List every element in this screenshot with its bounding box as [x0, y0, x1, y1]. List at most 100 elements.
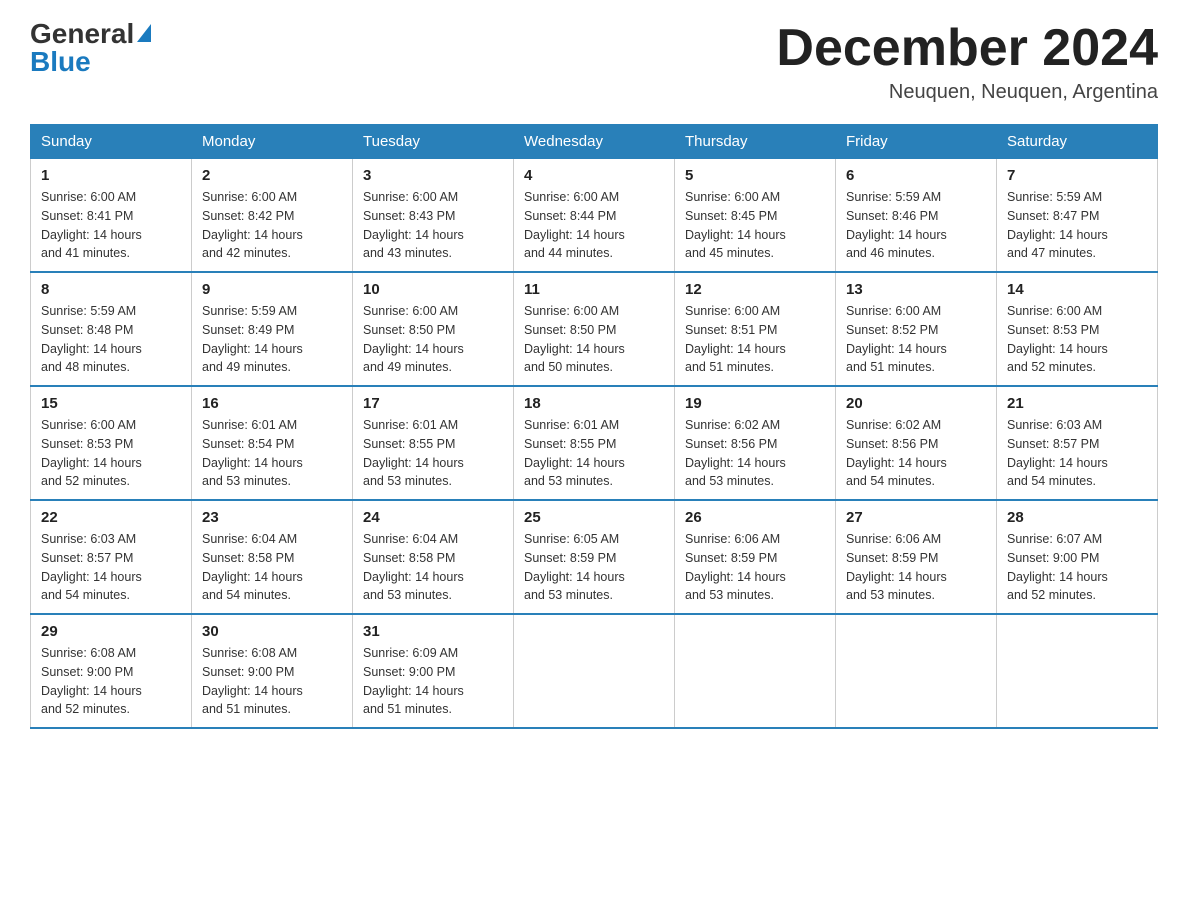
calendar-cell: 30Sunrise: 6:08 AMSunset: 9:00 PMDayligh…	[192, 614, 353, 728]
calendar-cell: 11Sunrise: 6:00 AMSunset: 8:50 PMDayligh…	[514, 272, 675, 386]
col-header-monday: Monday	[192, 125, 353, 159]
day-info: Sunrise: 6:00 AMSunset: 8:53 PMDaylight:…	[1007, 302, 1147, 377]
calendar-cell: 22Sunrise: 6:03 AMSunset: 8:57 PMDayligh…	[31, 500, 192, 614]
day-info: Sunrise: 6:01 AMSunset: 8:54 PMDaylight:…	[202, 416, 342, 491]
calendar-cell: 8 Sunrise: 5:59 AMSunset: 8:48 PMDaylight…	[31, 272, 192, 386]
logo-general-text: General	[30, 20, 134, 48]
day-number: 21	[1007, 395, 1147, 412]
day-info: Sunrise: 6:02 AMSunset: 8:56 PMDaylight:…	[685, 416, 825, 491]
calendar-week-5: 29 Sunrise: 6:08 AMSunset: 9:00 PMDayligh…	[31, 614, 1158, 728]
calendar-week-2: 8 Sunrise: 5:59 AMSunset: 8:48 PMDaylight…	[31, 272, 1158, 386]
calendar-cell: 16 Sunrise: 6:01 AMSunset: 8:54 PMDayligh…	[192, 386, 353, 500]
day-number: 13	[846, 281, 986, 298]
day-number: 9	[202, 281, 342, 298]
calendar-location: Neuquen, Neuquen, Argentina	[776, 81, 1158, 104]
calendar-cell: 9 Sunrise: 5:59 AMSunset: 8:49 PMDaylight…	[192, 272, 353, 386]
calendar-cell	[836, 614, 997, 728]
calendar-cell: 12 Sunrise: 6:00 AMSunset: 8:51 PMDayligh…	[675, 272, 836, 386]
day-number: 19	[685, 395, 825, 412]
day-info: Sunrise: 6:01 AMSunset: 8:55 PMDaylight:…	[363, 416, 503, 491]
day-number: 8	[41, 281, 181, 298]
calendar-table: SundayMondayTuesdayWednesdayThursdayFrid…	[30, 124, 1158, 729]
day-info: Sunrise: 6:00 AMSunset: 8:43 PMDaylight:…	[363, 188, 503, 263]
day-number: 6	[846, 167, 986, 184]
calendar-cell: 15 Sunrise: 6:00 AMSunset: 8:53 PMDayligh…	[31, 386, 192, 500]
day-info: Sunrise: 6:08 AMSunset: 9:00 PMDaylight:…	[41, 644, 181, 719]
day-number: 15	[41, 395, 181, 412]
day-info: Sunrise: 6:06 AMSunset: 8:59 PMDaylight:…	[846, 530, 986, 605]
day-info: Sunrise: 6:00 AMSunset: 8:53 PMDaylight:…	[41, 416, 181, 491]
calendar-cell: 29 Sunrise: 6:08 AMSunset: 9:00 PMDayligh…	[31, 614, 192, 728]
calendar-cell: 31 Sunrise: 6:09 AMSunset: 9:00 PMDayligh…	[353, 614, 514, 728]
calendar-cell: 1 Sunrise: 6:00 AMSunset: 8:41 PMDaylight…	[31, 159, 192, 273]
day-info: Sunrise: 6:04 AMSunset: 8:58 PMDaylight:…	[363, 530, 503, 605]
day-number: 18	[524, 395, 664, 412]
calendar-cell: 26 Sunrise: 6:06 AMSunset: 8:59 PMDayligh…	[675, 500, 836, 614]
day-number: 20	[846, 395, 986, 412]
day-info: Sunrise: 6:04 AMSunset: 8:58 PMDaylight:…	[202, 530, 342, 605]
day-number: 7	[1007, 167, 1147, 184]
day-info: Sunrise: 6:00 AMSunset: 8:52 PMDaylight:…	[846, 302, 986, 377]
calendar-cell: 23 Sunrise: 6:04 AMSunset: 8:58 PMDayligh…	[192, 500, 353, 614]
calendar-cell	[997, 614, 1158, 728]
col-header-thursday: Thursday	[675, 125, 836, 159]
calendar-cell: 6 Sunrise: 5:59 AMSunset: 8:46 PMDaylight…	[836, 159, 997, 273]
day-info: Sunrise: 6:00 AMSunset: 8:45 PMDaylight:…	[685, 188, 825, 263]
col-header-tuesday: Tuesday	[353, 125, 514, 159]
calendar-cell: 3 Sunrise: 6:00 AMSunset: 8:43 PMDaylight…	[353, 159, 514, 273]
day-info: Sunrise: 5:59 AMSunset: 8:47 PMDaylight:…	[1007, 188, 1147, 263]
day-number: 28	[1007, 509, 1147, 526]
day-info: Sunrise: 6:00 AMSunset: 8:50 PMDaylight:…	[363, 302, 503, 377]
day-number: 26	[685, 509, 825, 526]
col-header-wednesday: Wednesday	[514, 125, 675, 159]
day-number: 24	[363, 509, 503, 526]
calendar-cell: 17 Sunrise: 6:01 AMSunset: 8:55 PMDayligh…	[353, 386, 514, 500]
calendar-title: December 2024	[776, 20, 1158, 77]
calendar-cell	[675, 614, 836, 728]
day-info: Sunrise: 5:59 AMSunset: 8:46 PMDaylight:…	[846, 188, 986, 263]
calendar-week-3: 15 Sunrise: 6:00 AMSunset: 8:53 PMDayligh…	[31, 386, 1158, 500]
day-info: Sunrise: 6:00 AMSunset: 8:51 PMDaylight:…	[685, 302, 825, 377]
day-info: Sunrise: 6:03 AMSunset: 8:57 PMDaylight:…	[41, 530, 181, 605]
day-info: Sunrise: 6:05 AMSunset: 8:59 PMDaylight:…	[524, 530, 664, 605]
day-number: 16	[202, 395, 342, 412]
day-number: 2	[202, 167, 342, 184]
day-info: Sunrise: 6:06 AMSunset: 8:59 PMDaylight:…	[685, 530, 825, 605]
day-number: 10	[363, 281, 503, 298]
calendar-week-1: 1 Sunrise: 6:00 AMSunset: 8:41 PMDaylight…	[31, 159, 1158, 273]
day-info: Sunrise: 6:08 AMSunset: 9:00 PMDaylight:…	[202, 644, 342, 719]
day-info: Sunrise: 5:59 AMSunset: 8:48 PMDaylight:…	[41, 302, 181, 377]
day-number: 31	[363, 623, 503, 640]
calendar-cell: 10 Sunrise: 6:00 AMSunset: 8:50 PMDayligh…	[353, 272, 514, 386]
day-number: 11	[524, 281, 664, 298]
day-number: 3	[363, 167, 503, 184]
day-info: Sunrise: 6:03 AMSunset: 8:57 PMDaylight:…	[1007, 416, 1147, 491]
day-info: Sunrise: 6:02 AMSunset: 8:56 PMDaylight:…	[846, 416, 986, 491]
day-number: 5	[685, 167, 825, 184]
col-header-friday: Friday	[836, 125, 997, 159]
calendar-cell: 28 Sunrise: 6:07 AMSunset: 9:00 PMDayligh…	[997, 500, 1158, 614]
calendar-cell: 20 Sunrise: 6:02 AMSunset: 8:56 PMDayligh…	[836, 386, 997, 500]
calendar-cell	[514, 614, 675, 728]
day-number: 1	[41, 167, 181, 184]
day-number: 27	[846, 509, 986, 526]
calendar-cell: 4 Sunrise: 6:00 AMSunset: 8:44 PMDaylight…	[514, 159, 675, 273]
calendar-cell: 13 Sunrise: 6:00 AMSunset: 8:52 PMDayligh…	[836, 272, 997, 386]
calendar-cell: 25 Sunrise: 6:05 AMSunset: 8:59 PMDayligh…	[514, 500, 675, 614]
title-section: December 2024 Neuquen, Neuquen, Argentin…	[776, 20, 1158, 104]
col-header-saturday: Saturday	[997, 125, 1158, 159]
day-number: 17	[363, 395, 503, 412]
day-number: 12	[685, 281, 825, 298]
calendar-cell: 7 Sunrise: 5:59 AMSunset: 8:47 PMDaylight…	[997, 159, 1158, 273]
day-info: Sunrise: 5:59 AMSunset: 8:49 PMDaylight:…	[202, 302, 342, 377]
day-number: 23	[202, 509, 342, 526]
calendar-cell: 24 Sunrise: 6:04 AMSunset: 8:58 PMDayligh…	[353, 500, 514, 614]
day-number: 29	[41, 623, 181, 640]
day-info: Sunrise: 6:09 AMSunset: 9:00 PMDaylight:…	[363, 644, 503, 719]
day-info: Sunrise: 6:00 AMSunset: 8:41 PMDaylight:…	[41, 188, 181, 263]
day-info: Sunrise: 6:00 AMSunset: 8:44 PMDaylight:…	[524, 188, 664, 263]
day-number: 4	[524, 167, 664, 184]
calendar-cell: 2Sunrise: 6:00 AMSunset: 8:42 PMDaylight…	[192, 159, 353, 273]
day-number: 25	[524, 509, 664, 526]
day-info: Sunrise: 6:07 AMSunset: 9:00 PMDaylight:…	[1007, 530, 1147, 605]
